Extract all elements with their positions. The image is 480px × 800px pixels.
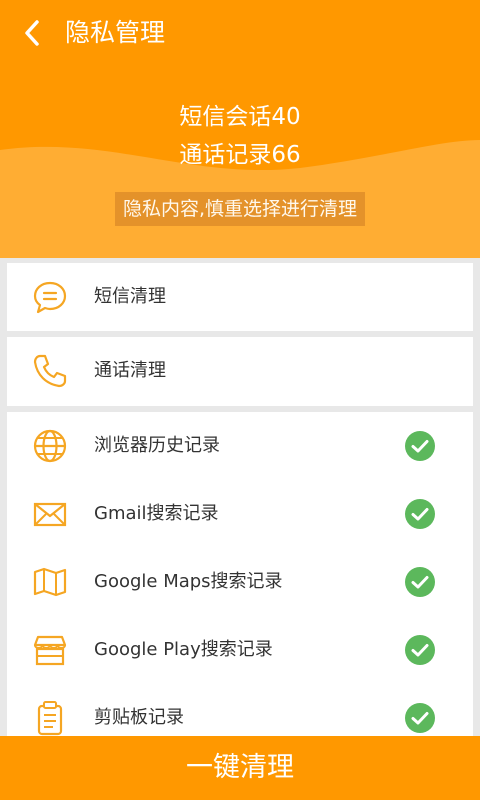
sms-clean-row[interactable]: 短信清理 [7, 263, 473, 331]
check-circle-icon[interactable] [404, 498, 436, 530]
google-maps-search-row[interactable]: Google Maps搜索记录 [7, 548, 473, 616]
browser-history-row[interactable]: 浏览器历史记录 [7, 412, 473, 480]
globe-icon [33, 429, 67, 463]
sms-session-label: 短信会话 [179, 104, 272, 130]
check-circle-icon[interactable] [404, 634, 436, 666]
call-record-label: 通话记录 [179, 142, 272, 168]
header: 隐私管理 短信会话40 通话记录66 隐私内容,慎重选择进行清理 [0, 0, 480, 258]
notice-wrap: 隐私内容,慎重选择进行清理 [0, 192, 480, 226]
records-card: 浏览器历史记录 Gmail搜索记录 Google Maps搜索记录 Google… [7, 412, 473, 742]
gmail-search-label: Gmail搜索记录 [94, 503, 219, 524]
sms-session-count: 短信会话40 [0, 97, 480, 131]
google-maps-search-label: Google Maps搜索记录 [94, 571, 283, 592]
google-play-search-label: Google Play搜索记录 [94, 639, 273, 660]
chat-bubble-icon [33, 281, 67, 314]
call-record-value: 66 [271, 142, 301, 168]
back-arrow-icon[interactable] [18, 18, 48, 48]
gmail-search-row[interactable]: Gmail搜索记录 [7, 480, 473, 548]
google-play-search-row[interactable]: Google Play搜索记录 [7, 616, 473, 684]
clipboard-icon [37, 701, 63, 736]
page-title: 隐私管理 [65, 18, 166, 47]
call-record-count: 通话记录66 [0, 135, 480, 169]
call-card: 通话清理 [7, 337, 473, 406]
mail-icon [33, 502, 67, 527]
phone-icon [33, 354, 67, 388]
sms-card: 短信清理 [7, 263, 473, 331]
browser-history-label: 浏览器历史记录 [94, 435, 220, 456]
check-circle-icon[interactable] [404, 430, 436, 462]
call-clean-label: 通话清理 [94, 360, 166, 381]
top-bar: 隐私管理 [0, 0, 480, 66]
map-icon [33, 567, 67, 597]
store-icon [33, 635, 67, 666]
check-circle-icon[interactable] [404, 702, 436, 734]
check-circle-icon[interactable] [404, 566, 436, 598]
sms-session-value: 40 [271, 104, 301, 130]
one-click-clean-button[interactable]: 一键清理 [0, 736, 480, 800]
privacy-notice: 隐私内容,慎重选择进行清理 [114, 192, 366, 226]
sms-clean-label: 短信清理 [94, 286, 166, 307]
call-clean-row[interactable]: 通话清理 [7, 337, 473, 405]
